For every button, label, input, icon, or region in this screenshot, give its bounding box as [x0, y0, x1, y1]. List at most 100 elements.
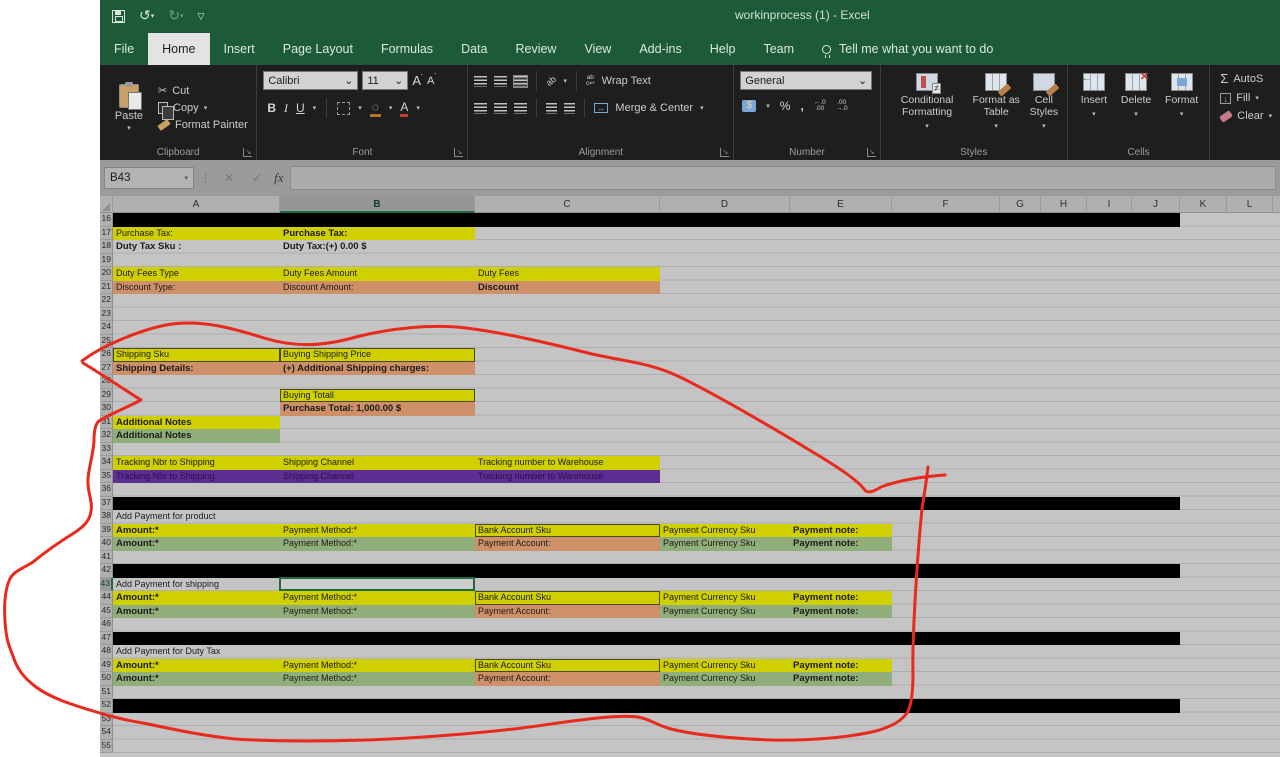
row-header-47[interactable]: 47 — [100, 632, 113, 646]
cell-A20[interactable]: Duty Fees Type — [113, 267, 280, 281]
cell-A49[interactable]: Amount:* — [113, 659, 280, 673]
cell-B40[interactable]: Payment Method:* — [280, 537, 475, 551]
cell-B39[interactable]: Payment Method:* — [280, 524, 475, 538]
tab-page-layout[interactable]: Page Layout — [269, 33, 367, 65]
tab-add-ins[interactable]: Add-ins — [625, 33, 695, 65]
undo-button[interactable]: ↺▾ — [139, 7, 154, 25]
row-header-38[interactable]: 38 — [100, 510, 113, 524]
accounting-format-button[interactable]: $ — [742, 100, 756, 112]
row-header-39[interactable]: 39 — [100, 524, 113, 538]
bold-button[interactable]: B — [267, 101, 276, 115]
cell-A39[interactable]: Amount:* — [113, 524, 280, 538]
tab-file[interactable]: File — [100, 33, 148, 65]
cell-C45[interactable]: Payment Account: — [475, 605, 660, 619]
row-header-44[interactable]: 44 — [100, 591, 113, 605]
alignment-dialog-launcher[interactable]: ↘ — [720, 148, 729, 157]
underline-button[interactable]: U — [296, 101, 305, 115]
row-header-45[interactable]: 45 — [100, 605, 113, 619]
row-header-17[interactable]: 17 — [100, 227, 113, 241]
row-header-51[interactable]: 51 — [100, 686, 113, 700]
cell-E49[interactable]: Payment note: — [790, 659, 892, 673]
cell-B50[interactable]: Payment Method:* — [280, 672, 475, 686]
column-header-B[interactable]: B — [280, 196, 475, 213]
cell-B35[interactable]: Shipping Channel — [280, 470, 475, 484]
tab-team[interactable]: Team — [749, 33, 808, 65]
cell-A18[interactable]: Duty Tax Sku : — [113, 240, 280, 254]
row-header-35[interactable]: 35 — [100, 470, 113, 484]
cell-C20[interactable]: Duty Fees — [475, 267, 660, 281]
top-align-button[interactable] — [474, 76, 487, 87]
cell-B44[interactable]: Payment Method:* — [280, 591, 475, 605]
tell-me-search[interactable]: Tell me what you want to do — [822, 33, 993, 65]
tab-review[interactable]: Review — [501, 33, 570, 65]
cell-D40[interactable]: Payment Currency Sku — [660, 537, 790, 551]
cut-button[interactable]: ✂Cut — [158, 84, 248, 97]
selected-cell-B43[interactable] — [279, 577, 475, 592]
redo-button[interactable]: ↻▾ — [168, 7, 183, 25]
fill-color-button[interactable]: ◌ — [370, 100, 381, 117]
save-icon[interactable] — [112, 10, 125, 23]
column-header-H[interactable]: H — [1041, 196, 1087, 213]
column-header-L[interactable]: L — [1227, 196, 1273, 213]
number-dialog-launcher[interactable]: ↘ — [867, 148, 876, 157]
cell-C21[interactable]: Discount — [475, 281, 660, 295]
column-header-A[interactable]: A — [113, 196, 280, 213]
format-painter-button[interactable]: Format Painter — [158, 119, 248, 131]
tab-view[interactable]: View — [570, 33, 625, 65]
paste-button[interactable]: Paste▾ — [106, 71, 152, 144]
cell-C39[interactable]: Bank Account Sku — [475, 524, 660, 538]
increase-decimal-button[interactable]: ←.0.00 — [814, 100, 826, 112]
cell-A27[interactable]: Shipping Details: — [113, 362, 280, 376]
row-header-33[interactable]: 33 — [100, 443, 113, 457]
cell-A43[interactable]: Add Payment for shipping — [113, 578, 280, 592]
cell-A21[interactable]: Discount Type: — [113, 281, 280, 295]
column-header-I[interactable]: I — [1087, 196, 1132, 213]
tab-insert[interactable]: Insert — [210, 33, 269, 65]
row-header-23[interactable]: 23 — [100, 308, 113, 322]
increase-indent-button[interactable] — [564, 103, 575, 114]
fill-button[interactable]: ↓Fill▾ — [1220, 92, 1276, 104]
cell-A17[interactable]: Purchase Tax: — [113, 227, 280, 241]
row-header-42[interactable]: 42 — [100, 564, 113, 578]
formula-input[interactable] — [290, 166, 1276, 190]
cell-B29[interactable]: Buying Totall — [280, 389, 475, 403]
merge-center-button[interactable]: Merge & Center — [615, 102, 693, 114]
cell-A50[interactable]: Amount:* — [113, 672, 280, 686]
insert-function-icon[interactable]: fx — [274, 170, 283, 186]
column-header-E[interactable]: E — [790, 196, 892, 213]
cell-E40[interactable]: Payment note: — [790, 537, 892, 551]
customize-qat-button[interactable]: ▽ — [198, 8, 205, 24]
insert-cells-button[interactable]: Insert▾ — [1081, 73, 1107, 144]
column-header-C[interactable]: C — [475, 196, 660, 213]
cell-C44[interactable]: Bank Account Sku — [475, 591, 660, 605]
tab-formulas[interactable]: Formulas — [367, 33, 447, 65]
cell-E45[interactable]: Payment note: — [790, 605, 892, 619]
row-header-19[interactable]: 19 — [100, 254, 113, 268]
row-header-32[interactable]: 32 — [100, 429, 113, 443]
cell-A34[interactable]: Tracking Nbr to Shipping — [113, 456, 280, 470]
cell-A38[interactable]: Add Payment for product — [113, 510, 280, 524]
font-dialog-launcher[interactable]: ↘ — [454, 148, 463, 157]
cell-E39[interactable]: Payment note: — [790, 524, 892, 538]
row-header-27[interactable]: 27 — [100, 362, 113, 376]
cell-B21[interactable]: Discount Amount: — [280, 281, 475, 295]
row-header-37[interactable]: 37 — [100, 497, 113, 511]
cell-B34[interactable]: Shipping Channel — [280, 456, 475, 470]
cell-C40[interactable]: Payment Account: — [475, 537, 660, 551]
cell-C49[interactable]: Bank Account Sku — [475, 659, 660, 673]
cancel-icon[interactable]: ✕ — [218, 171, 240, 185]
delete-cells-button[interactable]: Delete▾ — [1121, 73, 1151, 144]
row-header-26[interactable]: 26 — [100, 348, 113, 362]
align-left-button[interactable] — [474, 103, 487, 114]
row-header-25[interactable]: 25 — [100, 335, 113, 349]
row-header-48[interactable]: 48 — [100, 645, 113, 659]
row-header-24[interactable]: 24 — [100, 321, 113, 335]
row-header-49[interactable]: 49 — [100, 659, 113, 673]
middle-align-button[interactable] — [494, 76, 507, 87]
column-header-G[interactable]: G — [1000, 196, 1041, 213]
column-header-F[interactable]: F — [892, 196, 1000, 213]
column-header-J[interactable]: J — [1132, 196, 1180, 213]
cell-B20[interactable]: Duty Fees Amount — [280, 267, 475, 281]
select-all-corner[interactable] — [100, 196, 113, 213]
format-as-table-button[interactable]: Format as Table▾ — [967, 73, 1024, 144]
